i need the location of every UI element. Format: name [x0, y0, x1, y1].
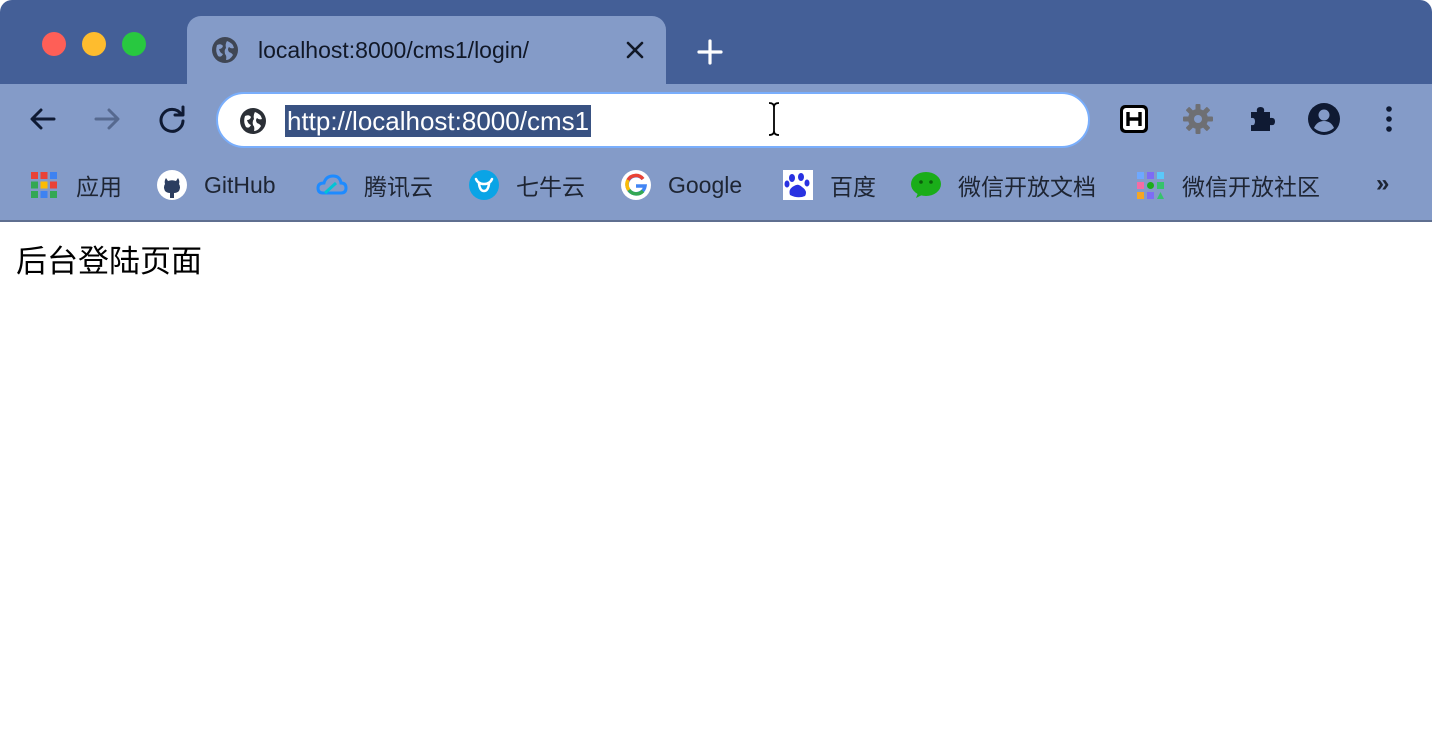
bookmarks-bar: 应用 GitHub 腾讯云 七牛云 Google 百度 微信开放文档 微信开放社…	[0, 154, 1432, 222]
close-window-button[interactable]	[42, 32, 66, 56]
bookmark-label: 应用	[76, 174, 122, 200]
github-icon	[157, 170, 187, 200]
tab-active[interactable]: localhost:8000/cms1/login/	[187, 16, 666, 84]
profile-icon[interactable]	[1307, 102, 1341, 136]
h-extension-icon[interactable]	[1117, 102, 1151, 136]
bookmark-label: Google	[668, 171, 743, 198]
bookmark-label: 微信开放文档	[958, 174, 1096, 200]
forward-arrow-icon[interactable]	[90, 102, 124, 136]
bookmark-google[interactable]: Google	[620, 168, 742, 202]
gear-extension-icon[interactable]	[1181, 102, 1215, 136]
page-heading: 后台登陆页面	[16, 244, 202, 279]
puzzle-icon[interactable]	[1245, 102, 1279, 136]
more-bookmarks-chevron-icon[interactable]: »	[1376, 170, 1389, 198]
baidu-icon	[783, 170, 813, 200]
tab-strip: localhost:8000/cms1/login/	[0, 0, 1432, 84]
wechat-community-icon	[1137, 172, 1164, 199]
bookmark-label: 七牛云	[516, 174, 585, 200]
text-cursor-icon	[768, 102, 780, 136]
bookmark-baidu[interactable]: 百度	[782, 168, 876, 202]
apps-grid-icon	[31, 172, 57, 198]
bookmark-wechat-docs[interactable]: 微信开放文档	[910, 168, 1096, 202]
tab-title: localhost:8000/cms1/login/	[258, 37, 530, 63]
zoom-window-button[interactable]	[122, 32, 146, 56]
reload-icon[interactable]	[155, 102, 189, 136]
wechat-icon	[911, 172, 941, 198]
url-text-selected[interactable]: http://localhost:8000/cms1	[285, 105, 592, 137]
new-tab-plus-icon[interactable]	[694, 36, 726, 68]
bookmark-label: 百度	[830, 174, 876, 200]
tencent-cloud-icon	[316, 174, 348, 195]
minimize-window-button[interactable]	[82, 32, 106, 56]
bookmark-apps[interactable]: 应用	[28, 168, 122, 202]
google-icon	[621, 170, 651, 200]
toolbar: http://localhost:8000/cms1	[0, 84, 1432, 154]
address-bar[interactable]: http://localhost:8000/cms1	[216, 92, 1090, 148]
page-content: 后台登陆页面	[0, 222, 1432, 750]
bookmark-label: GitHub	[204, 171, 276, 198]
globe-icon[interactable]	[239, 107, 267, 135]
browser-window: localhost:8000/cms1/login/ http://localh…	[0, 0, 1432, 750]
bookmark-qiniu[interactable]: 七牛云	[468, 168, 585, 202]
bookmark-label: 腾讯云	[364, 174, 433, 200]
globe-icon	[212, 37, 238, 63]
bookmark-github[interactable]: GitHub	[156, 168, 276, 202]
back-arrow-icon[interactable]	[26, 102, 60, 136]
bookmark-wechat-community[interactable]: 微信开放社区	[1134, 168, 1320, 202]
kebab-menu-icon[interactable]	[1372, 102, 1406, 136]
bookmark-tencent-cloud[interactable]: 腾讯云	[316, 168, 433, 202]
close-icon[interactable]	[623, 38, 647, 62]
bookmark-label: 微信开放社区	[1182, 174, 1320, 200]
qiniu-icon	[469, 170, 499, 200]
